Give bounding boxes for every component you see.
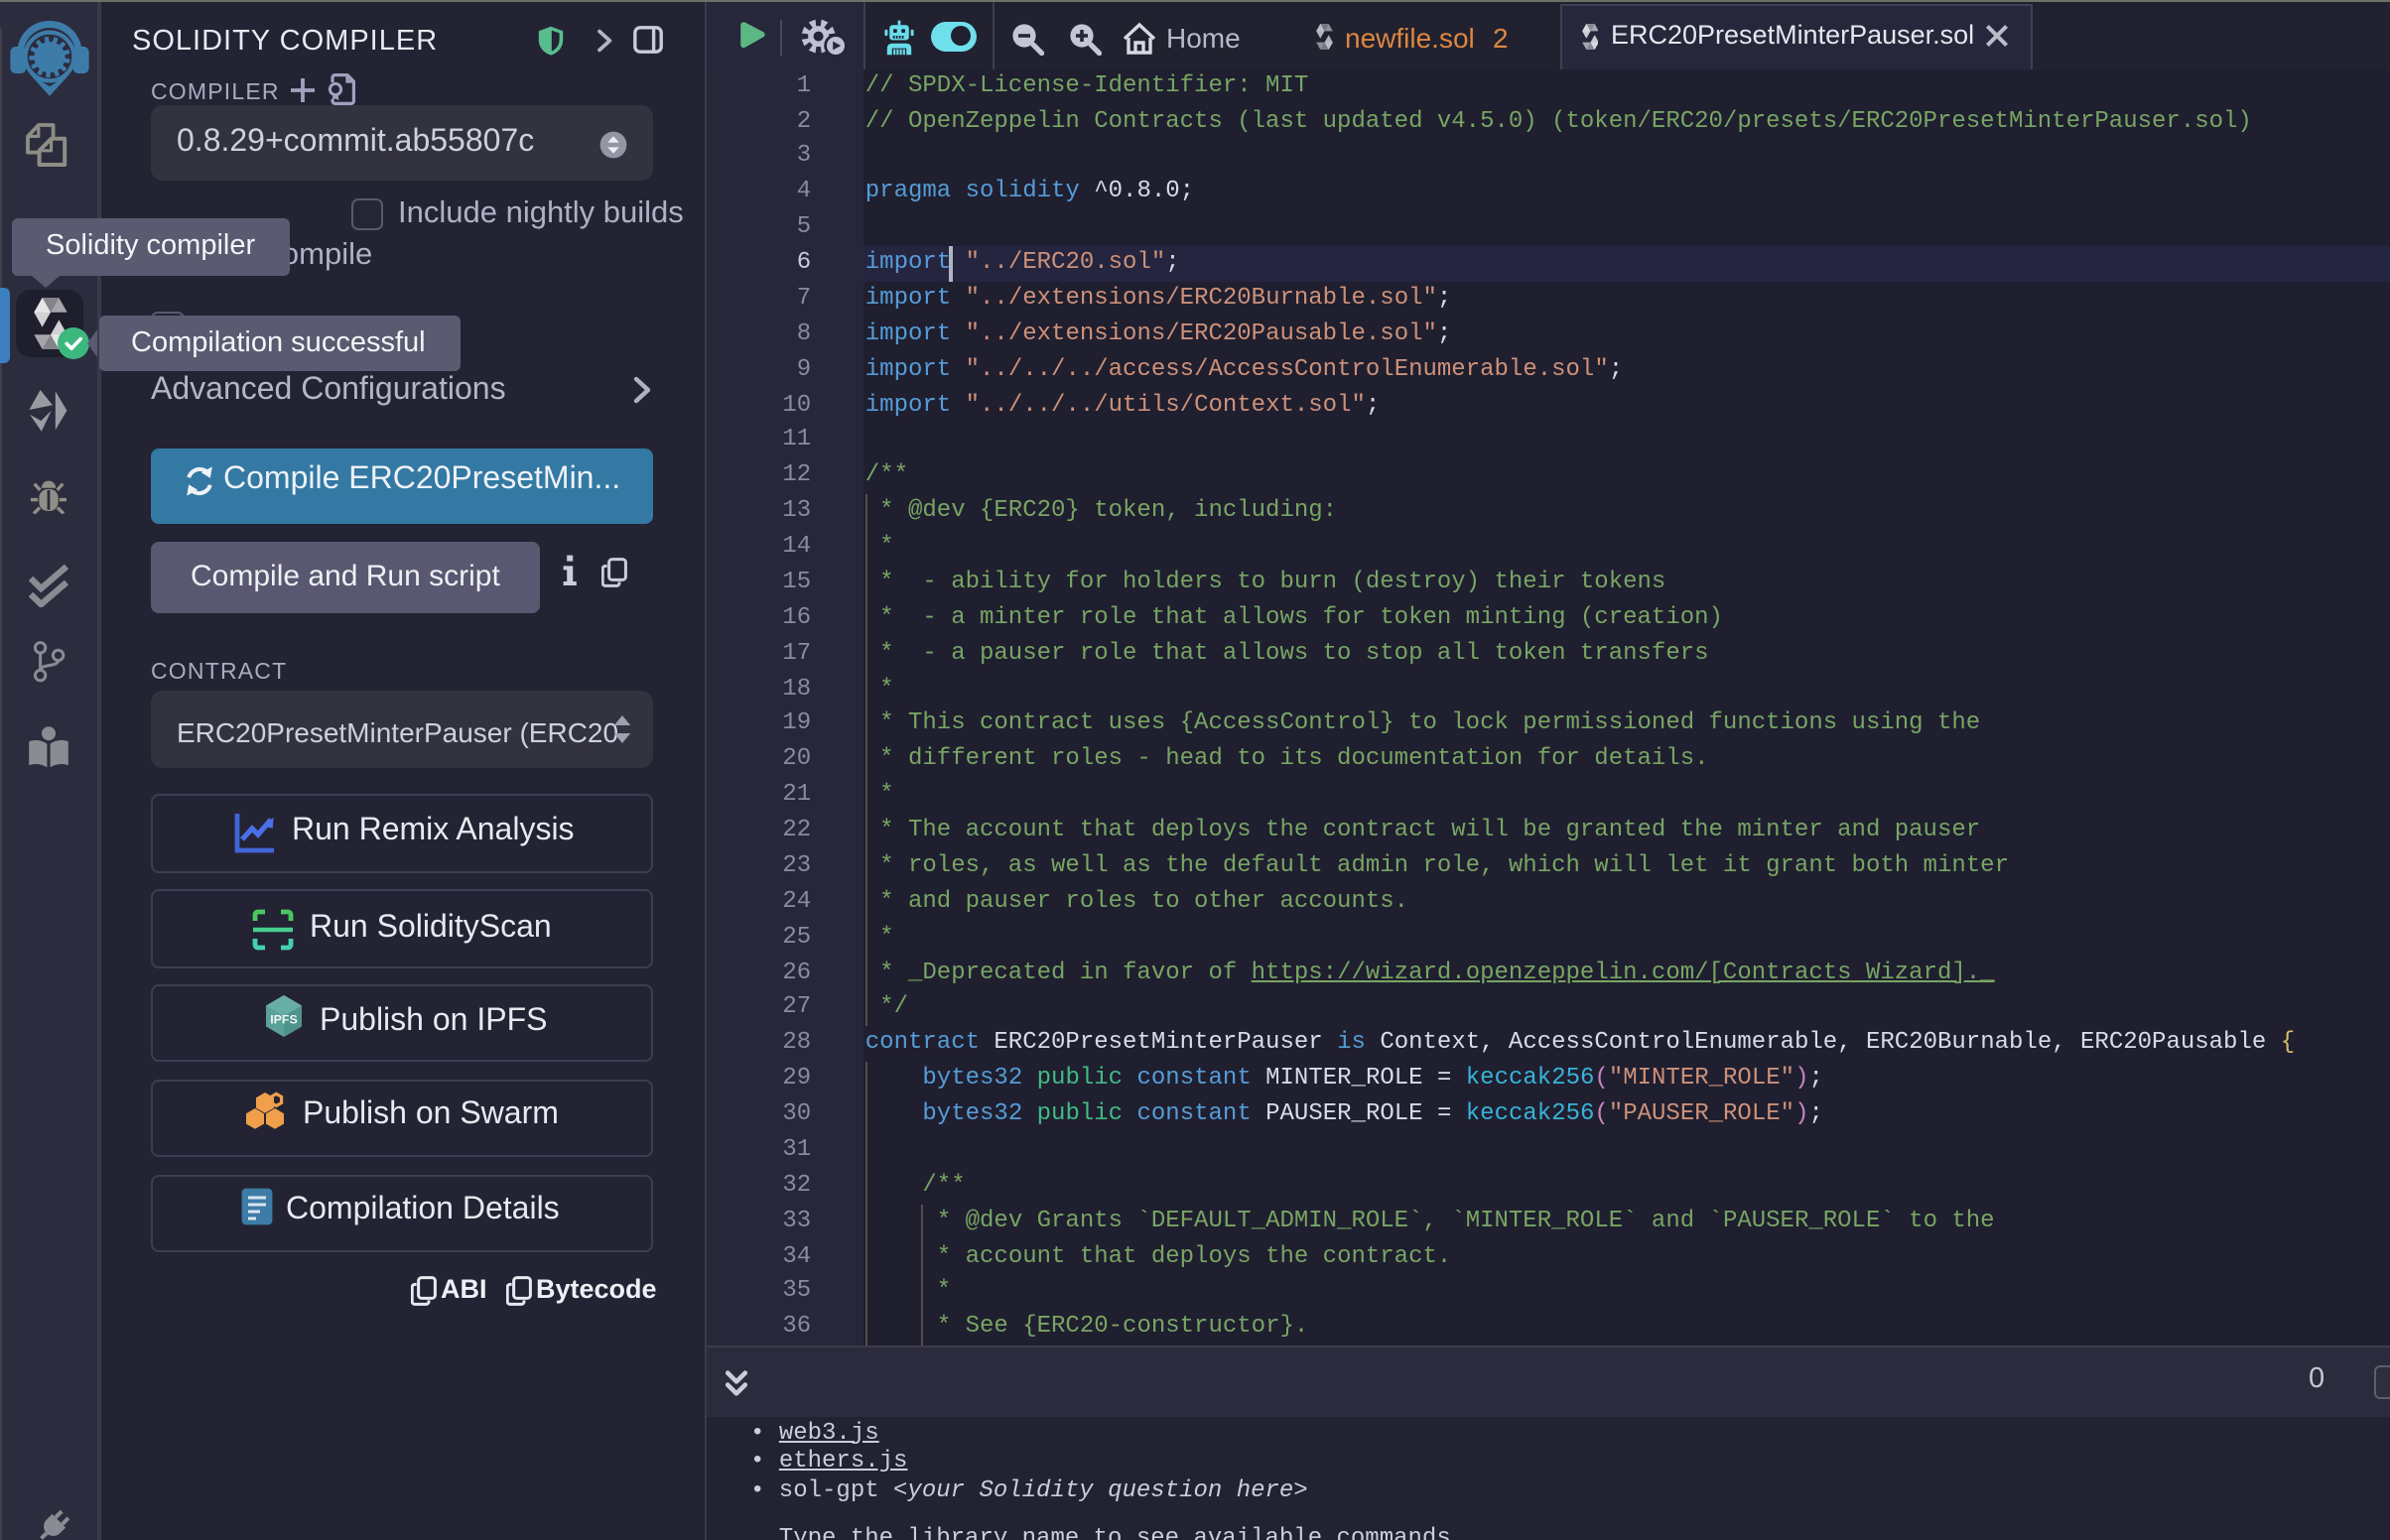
svg-text:IPFS: IPFS — [269, 1012, 297, 1026]
